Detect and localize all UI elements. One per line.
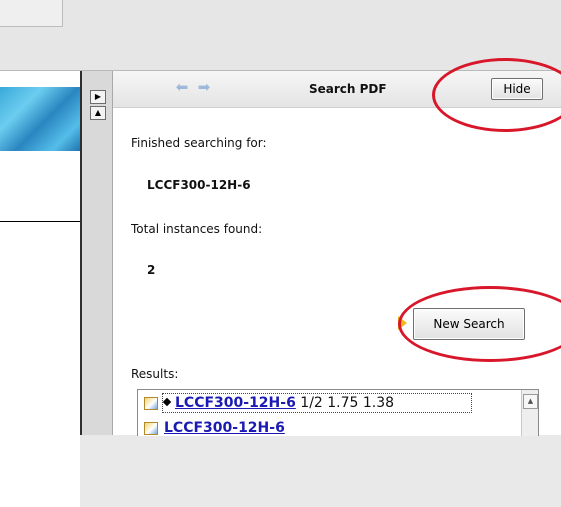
instance-count: 2 [147,263,156,277]
document-pane [0,71,82,507]
search-query: LCCF300-12H-6 [147,178,251,192]
scroll-up-icon[interactable]: ▲ [523,394,538,409]
back-arrow-icon[interactable]: ⬅ [173,80,191,95]
bullet-icon [162,397,172,407]
document-page-area [0,221,80,507]
list-item[interactable]: LCCF300-12H-6 [164,420,285,436]
results-scrollbar[interactable]: ▲ [521,390,538,436]
result-link[interactable]: LCCF300-12H-6 [175,395,296,411]
pane-splitter: ▶ ▲ [82,71,112,435]
result-link[interactable]: LCCF300-12H-6 [164,420,285,436]
result-document-icon [144,397,158,410]
results-list[interactable]: LCCF300-12H-6 1/2 1.75 1.38 LCCF300-12H-… [137,389,539,436]
collapse-up-icon[interactable]: ▲ [90,106,106,120]
page-thumbnail[interactable] [0,87,80,151]
results-label: Results: [131,367,179,381]
toolbar-button[interactable] [0,0,63,27]
panel-title: Search PDF [309,82,387,96]
expand-right-icon[interactable]: ▶ [90,90,106,104]
list-item[interactable]: LCCF300-12H-6 1/2 1.75 1.38 [162,395,395,411]
result-document-icon [144,422,158,435]
total-instances-label: Total instances found: [131,222,263,236]
forward-arrow-icon[interactable]: ➡ [195,80,213,95]
result-detail: 1/2 1.75 1.38 [300,395,395,411]
finished-searching-label: Finished searching for: [131,136,267,150]
